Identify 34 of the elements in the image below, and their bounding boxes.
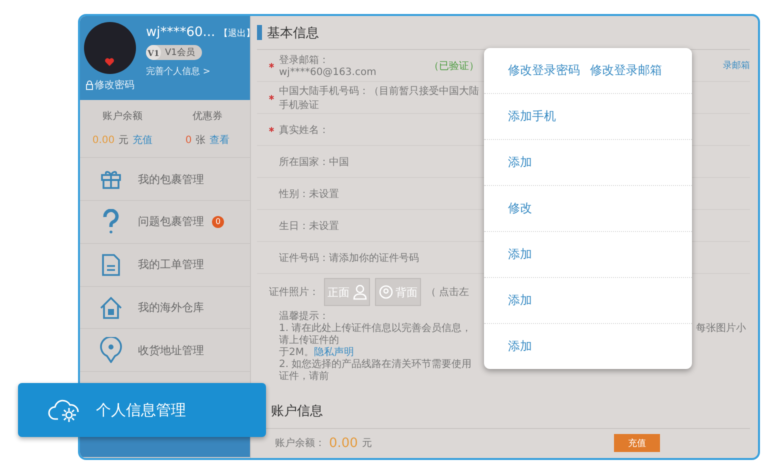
sidebar-item-label: 我的工单管理 [138,257,204,272]
upload-note: （ 点击左 [426,286,470,300]
tip-text: 每张图片小 [696,322,746,335]
field-label: 账户余额： [275,436,325,450]
field-label: 登录邮箱：wj****60@163.com [279,54,378,78]
username: wj****60... [146,25,216,40]
wallet-label: 账户余额 [102,110,142,124]
tip-text: 1. 请在此处上传证件信息以完善会员信息，请上传证件的 [279,322,473,346]
wallet-amount: 0.00 [92,135,115,146]
field-label: 证件号码：请添加你的证件号码 [279,252,419,264]
sidebar-item-label: 问题包裹管理 [138,214,204,230]
tips-title: 温馨提示： [279,310,330,322]
field-label: 证件照片： [269,286,319,300]
field-label: 中国大陆手机号码：（目前暂只接受中国大陆手机验证 [279,84,479,112]
section-title: 账户信息 [270,403,323,420]
field-label: 真实姓名： [279,124,329,136]
wallet-amount: 0 [185,135,192,146]
wallet-unit: 张 [196,134,206,148]
verified-status: （已验证） [429,60,479,72]
field-label: 性别：未设置 [279,188,339,200]
balance-amount: 0.00 [329,436,358,451]
tip-text: 于2M。 [279,346,314,358]
wallet-label: 优惠券 [192,110,222,124]
count-badge: 0 [212,216,224,228]
wallet-unit: 元 [118,134,129,148]
sidebar-item-label: 我的包裹管理 [138,172,204,187]
sidebar-item-label: 我的海外仓库 [138,300,204,316]
section-title: 基本信息 [267,24,319,42]
currency-unit: 元 [362,437,372,450]
sidebar-item-label: 收货地址管理 [138,342,204,358]
tip-text: 2. 如您选择的产品线路在清关环节需要使用证件，请前 [279,358,473,383]
field-label: 生日：未设置 [279,220,339,232]
field-label: 所在国家：中国 [279,156,349,168]
member-level-badge: V1 V1会员 [146,45,202,60]
